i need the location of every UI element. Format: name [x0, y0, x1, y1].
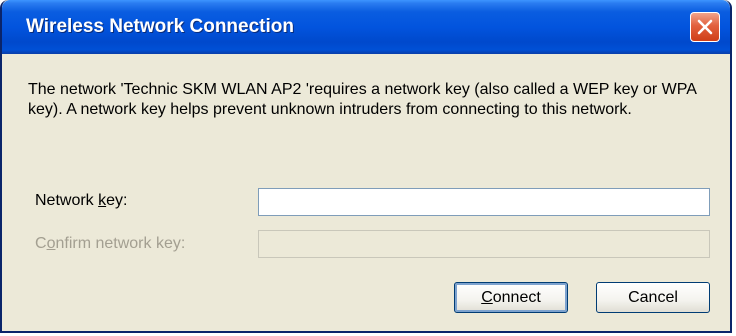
cancel-button[interactable]: Cancel: [596, 282, 710, 313]
network-key-label-pre: Network: [35, 192, 99, 209]
confirm-key-label-post: nfirm network key:: [55, 235, 186, 252]
network-key-label-mnemonic: k: [98, 192, 107, 209]
connect-button-label: onnect: [492, 289, 541, 306]
close-icon: [697, 19, 713, 35]
network-key-label: Network key:: [35, 192, 127, 210]
confirm-key-input: [258, 230, 710, 258]
connect-button[interactable]: Connect: [454, 282, 568, 313]
confirm-key-label-pre: C: [35, 235, 47, 252]
title-bar[interactable]: Wireless Network Connection: [2, 0, 730, 54]
network-key-label-post: ey:: [106, 192, 128, 209]
message-text: The network 'Technic SKM WLAN AP2 'requi…: [28, 81, 696, 118]
dialog-body: The network 'Technic SKM WLAN AP2 'requi…: [2, 54, 730, 331]
dialog-window: Wireless Network Connection The network …: [0, 0, 732, 333]
network-key-input[interactable]: [258, 188, 710, 216]
connect-button-mnemonic: C: [481, 289, 493, 306]
confirm-key-label: Confirm network key:: [35, 235, 185, 253]
close-button[interactable]: [690, 12, 720, 42]
window-title: Wireless Network Connection: [26, 16, 294, 37]
